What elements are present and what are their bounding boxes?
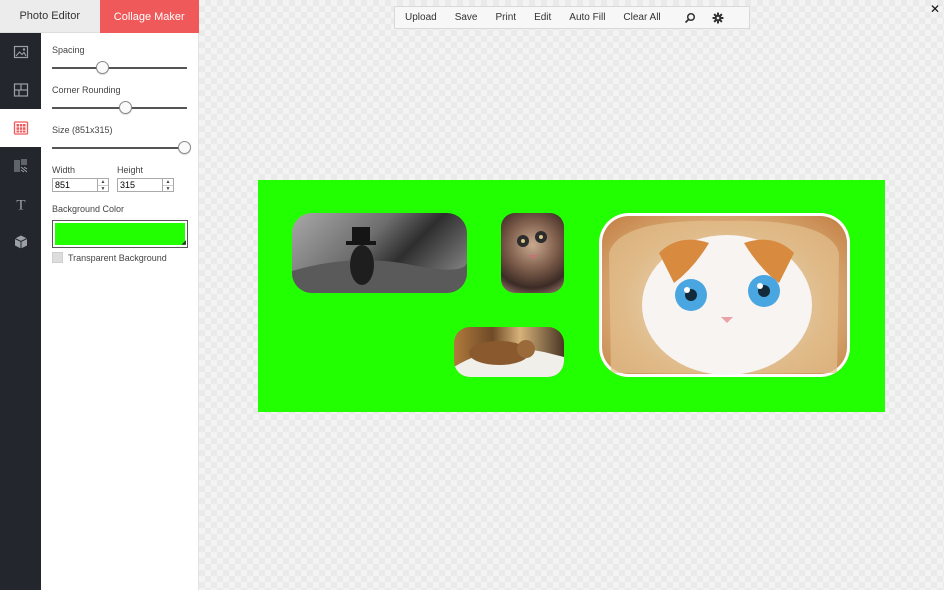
height-decrement-button[interactable]: ▼	[163, 186, 173, 192]
size-slider[interactable]	[52, 141, 192, 155]
cat-photo-image	[609, 220, 839, 375]
background-color-label: Background Color	[52, 204, 125, 214]
slider-thumb[interactable]	[118, 101, 132, 114]
width-stepper-buttons: ▲ ▼	[97, 179, 108, 192]
size-label: Size (851x315)	[52, 125, 113, 135]
rail-item-textures[interactable]	[0, 147, 41, 185]
image-icon	[13, 45, 28, 59]
height-stepper-buttons: ▲ ▼	[162, 179, 173, 192]
background-color-fill	[55, 223, 185, 245]
width-decrement-button[interactable]: ▼	[98, 186, 108, 192]
spacing-slider[interactable]	[52, 61, 187, 75]
collage-photo-cat-bread[interactable]	[599, 213, 850, 377]
tab-photo-editor[interactable]: Photo Editor	[0, 0, 100, 33]
height-label: Height	[117, 165, 144, 175]
top-toolbar: Upload Save Print Edit Auto Fill Clear A…	[394, 6, 750, 29]
slider-track	[52, 147, 187, 149]
texture-icon	[14, 159, 27, 173]
height-input[interactable]	[118, 179, 162, 191]
corner-rounding-slider[interactable]	[52, 101, 187, 115]
auto-fill-button[interactable]: Auto Fill	[569, 12, 605, 23]
rail-item-objects[interactable]	[0, 223, 41, 261]
edit-button[interactable]: Edit	[534, 12, 551, 23]
editor-tabs: Photo Editor Collage Maker	[0, 0, 199, 39]
tool-rail: T	[0, 33, 41, 590]
collage-canvas[interactable]	[258, 180, 885, 412]
zoom-button[interactable]	[683, 11, 697, 25]
height-stepper: ▲ ▼	[117, 178, 174, 192]
rail-item-grid[interactable]	[0, 109, 41, 147]
width-stepper: ▲ ▼	[52, 178, 109, 192]
slider-thumb[interactable]	[95, 61, 109, 74]
cat-photo-image	[454, 340, 564, 377]
save-button[interactable]: Save	[455, 12, 478, 23]
svg-text:T: T	[16, 198, 25, 213]
collage-photo-cat-lying[interactable]	[454, 327, 564, 377]
slider-track	[52, 67, 187, 69]
rail-item-text[interactable]: T	[0, 185, 41, 223]
cube-icon	[14, 235, 27, 249]
gear-icon	[712, 12, 724, 23]
dimension-fields: Width ▲ ▼ Height ▲ ▼	[52, 165, 187, 192]
tab-collage-maker[interactable]: Collage Maker	[99, 0, 199, 39]
corner-rounding-label: Corner Rounding	[52, 85, 121, 95]
height-increment-button[interactable]: ▲	[163, 179, 173, 186]
cat-photo-image	[292, 227, 467, 293]
width-increment-button[interactable]: ▲	[98, 179, 108, 186]
collage-photo-cat-face[interactable]	[501, 213, 564, 293]
rail-item-images[interactable]	[0, 33, 41, 71]
width-input[interactable]	[53, 179, 97, 191]
slider-thumb[interactable]	[178, 141, 192, 154]
width-group: Width ▲ ▼	[52, 165, 109, 192]
background-color-picker[interactable]: ◢	[52, 220, 188, 248]
spacing-label: Spacing	[52, 45, 85, 55]
clear-all-button[interactable]: Clear All	[623, 12, 660, 23]
grid-icon	[13, 121, 28, 135]
collage-photo-cat-hat[interactable]	[292, 213, 467, 293]
print-button[interactable]: Print	[496, 12, 517, 23]
upload-button[interactable]: Upload	[405, 12, 437, 23]
transparent-background-checkbox[interactable]	[52, 252, 63, 263]
width-label: Width	[52, 165, 76, 175]
settings-button[interactable]	[711, 11, 725, 25]
transparent-background-row: Transparent Background	[52, 252, 187, 263]
color-picker-arrow-icon: ◢	[181, 240, 186, 246]
height-group: Height ▲ ▼	[117, 165, 174, 192]
transparent-background-label: Transparent Background	[68, 252, 167, 263]
text-icon: T	[16, 198, 25, 213]
layout-icon	[13, 83, 28, 97]
search-icon	[684, 12, 695, 23]
cat-photo-image	[517, 231, 547, 259]
rail-item-layouts[interactable]	[0, 71, 41, 109]
close-icon[interactable]: ✕	[930, 2, 940, 16]
collage-settings-panel: Spacing Corner Rounding Size (851x315) W…	[41, 33, 199, 590]
